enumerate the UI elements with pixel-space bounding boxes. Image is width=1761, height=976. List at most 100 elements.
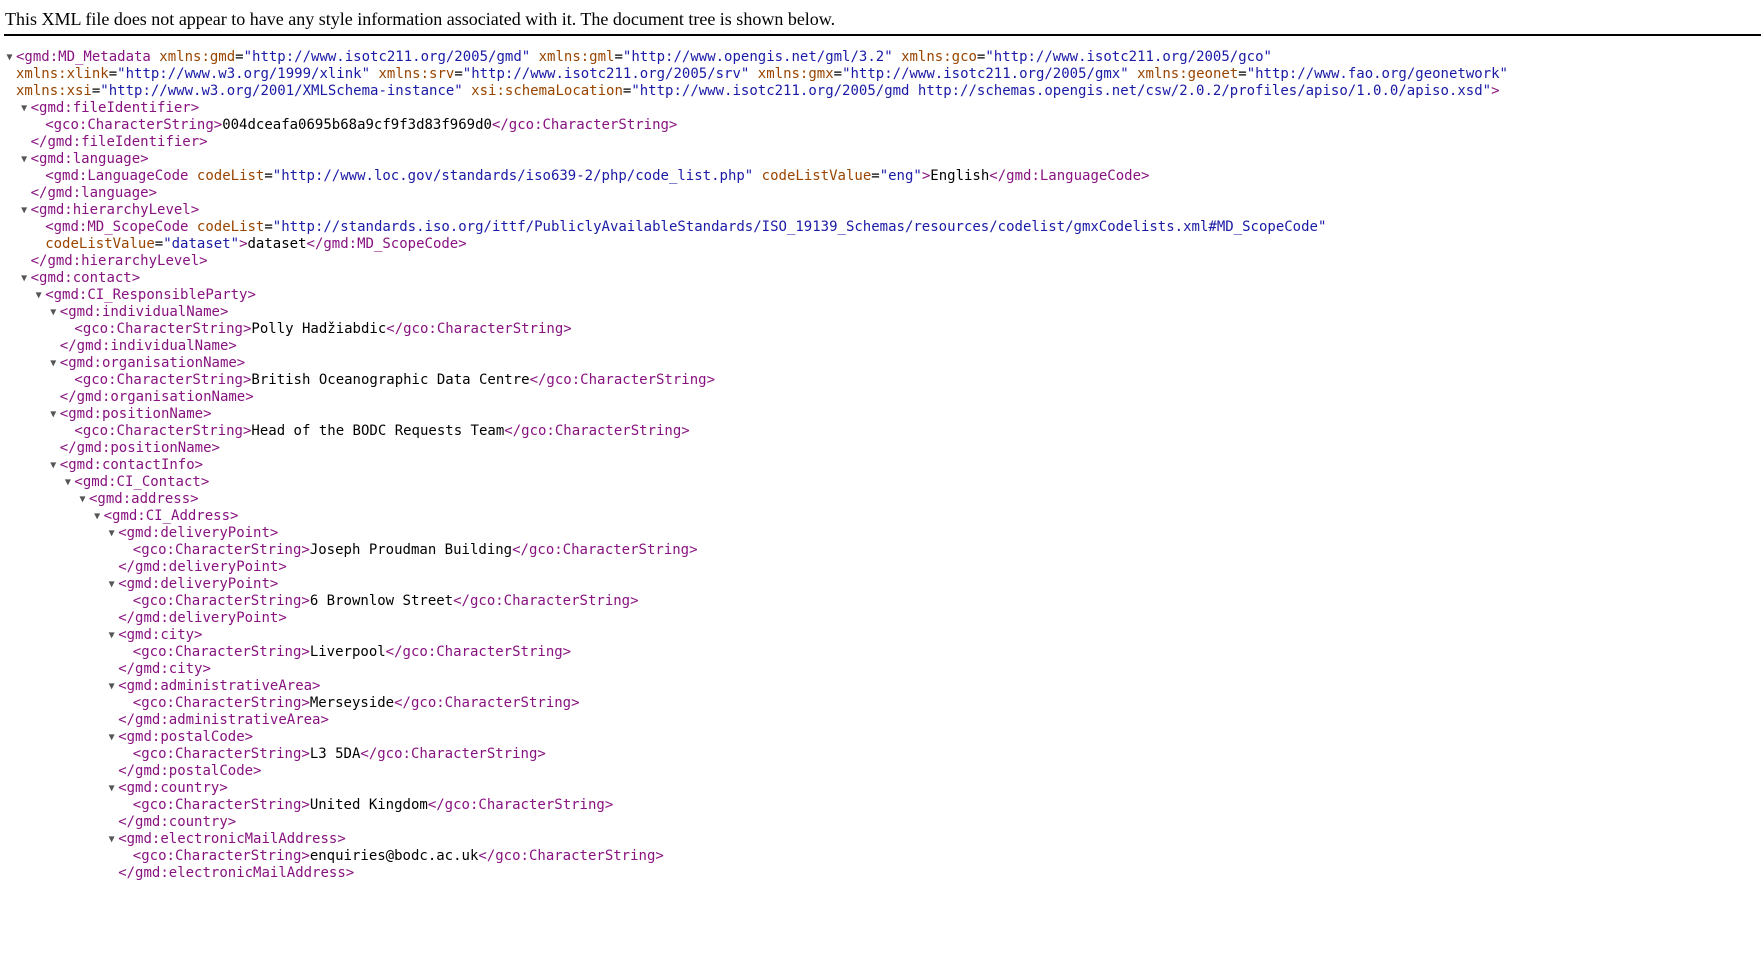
- xml-line: <gco:CharacterString>L3 5DA</gco:Charact…: [0, 746, 1761, 763]
- xml-tag: </gco:CharacterString>: [360, 746, 546, 762]
- collapse-toggle-icon[interactable]: ▼: [48, 406, 59, 423]
- xml-line-content: <gco:CharacterString>Merseyside</gco:Cha…: [133, 695, 580, 712]
- xml-line: <gco:CharacterString>enquiries@bodc.ac.u…: [0, 848, 1761, 865]
- xml-tag: </gco:CharacterString>: [386, 321, 572, 337]
- xml-line-content: xmlns:xsi="http://www.w3.org/2001/XMLSch…: [16, 83, 1500, 100]
- collapse-toggle-icon[interactable]: ▼: [33, 287, 44, 304]
- xml-line: ▼ <gmd:individualName>: [0, 304, 1761, 321]
- xml-tag: </gco:CharacterString>: [491, 117, 678, 133]
- xml-tag: <gco:CharacterString>: [132, 593, 310, 609]
- xml-text: United Kingdom: [309, 797, 428, 813]
- xml-line-content: <gmd:country>: [118, 780, 228, 797]
- collapse-toggle-icon[interactable]: ▼: [19, 202, 30, 219]
- xml-tag: </gco:CharacterString>: [427, 797, 614, 813]
- xml-line: ▼ <gmd:administrativeArea>: [0, 678, 1761, 695]
- collapse-toggle-icon[interactable]: ▼: [106, 678, 117, 695]
- xml-line-content: </gmd:city>: [118, 661, 211, 678]
- collapse-toggle-icon[interactable]: ▼: [106, 525, 117, 542]
- xml-tag: <gmd:postalCode>: [118, 729, 254, 745]
- xml-text: =: [108, 66, 118, 82]
- xml-text: =: [833, 66, 843, 82]
- collapse-toggle-icon[interactable]: ▼: [4, 49, 15, 66]
- xml-line: </gmd:hierarchyLevel>: [0, 253, 1761, 270]
- xml-tag: </gmd:deliveryPoint>: [118, 559, 287, 575]
- xml-text: [749, 66, 757, 82]
- xml-tag: </gco:CharacterString>: [394, 695, 580, 711]
- xml-line-content: <gmd:CI_Contact>: [74, 474, 209, 491]
- collapse-toggle-icon[interactable]: ▼: [48, 304, 59, 321]
- xml-line-content: </gmd:organisationName>: [60, 389, 254, 406]
- xml-line-content: </gmd:fileIdentifier>: [31, 134, 208, 151]
- xml-line-content: <gco:CharacterString>Polly Hadžiabdic</g…: [74, 321, 571, 338]
- collapse-toggle-icon[interactable]: ▼: [92, 508, 103, 525]
- xml-line: ▼ <gmd:country>: [0, 780, 1761, 797]
- xml-line: </gmd:electronicMailAddress>: [0, 865, 1761, 882]
- xml-tag: <gmd:CI_Address>: [103, 508, 239, 524]
- collapse-toggle-icon[interactable]: ▼: [106, 831, 117, 848]
- xml-line-content: </gmd:individualName>: [60, 338, 237, 355]
- xml-text: [1129, 66, 1137, 82]
- xml-tag: <gco:CharacterString>: [74, 321, 252, 337]
- xml-line: </gmd:positionName>: [0, 440, 1761, 457]
- xml-tag: <gco:CharacterString>: [132, 695, 310, 711]
- xml-tag: <gmd:deliveryPoint>: [118, 576, 279, 592]
- xml-tag: </gco:CharacterString>: [512, 542, 698, 558]
- xml-tag: </gmd:language>: [30, 185, 158, 201]
- xml-attribute-name: codeListValue: [761, 168, 872, 184]
- xml-attribute-value: "http://www.isotc211.org/2005/gco": [985, 49, 1272, 65]
- collapse-toggle-icon[interactable]: ▼: [106, 576, 117, 593]
- xml-line-content: <gmd:MD_Metadata xmlns:gmd="http://www.i…: [16, 49, 1272, 66]
- xml-attribute-name: xmlns:srv: [378, 66, 455, 82]
- xml-text: Polly Hadžiabdic: [251, 321, 387, 337]
- xml-line: </gmd:country>: [0, 814, 1761, 831]
- xml-line-content: <gmd:positionName>: [60, 406, 212, 423]
- xml-tag: <gmd:fileIdentifier>: [30, 100, 200, 116]
- xml-line-content: </gmd:postalCode>: [118, 763, 261, 780]
- xml-line-content: </gmd:country>: [118, 814, 236, 831]
- xml-line-content: <gco:CharacterString>British Oceanograph…: [74, 372, 715, 389]
- xml-line-content: </gmd:positionName>: [60, 440, 220, 457]
- xml-line: ▼ <gmd:CI_Contact>: [0, 474, 1761, 491]
- collapse-toggle-icon[interactable]: ▼: [48, 457, 59, 474]
- xml-line: ▼ <gmd:deliveryPoint>: [0, 525, 1761, 542]
- xml-attribute-value: "http://www.w3.org/1999/xlink": [117, 66, 371, 82]
- xml-line-content: <gco:CharacterString>Liverpool</gco:Char…: [133, 644, 571, 661]
- collapse-toggle-icon[interactable]: ▼: [19, 100, 30, 117]
- xml-line-content: <gmd:CI_Address>: [104, 508, 239, 525]
- xml-tag: >: [239, 236, 248, 252]
- xml-attribute-name: xmlns:gmd: [159, 49, 236, 65]
- xml-tag: <gco:CharacterString>: [132, 542, 310, 558]
- xml-line: </gmd:postalCode>: [0, 763, 1761, 780]
- collapse-toggle-icon[interactable]: ▼: [106, 729, 117, 746]
- collapse-toggle-icon[interactable]: ▼: [106, 627, 117, 644]
- xml-tag: <gmd:MD_ScopeCode: [45, 219, 189, 235]
- xml-line: ▼ <gmd:deliveryPoint>: [0, 576, 1761, 593]
- collapse-toggle-icon[interactable]: ▼: [19, 151, 30, 168]
- xml-tag: <gco:CharacterString>: [132, 797, 310, 813]
- xml-attribute-value: "http://www.w3.org/2001/XMLSchema-instan…: [100, 83, 463, 99]
- xml-text: L3 5DA: [309, 746, 361, 762]
- xml-line: <gco:CharacterString>British Oceanograph…: [0, 372, 1761, 389]
- xml-text: 6 Brownlow Street: [309, 593, 454, 609]
- xml-line-content: <gmd:address>: [89, 491, 199, 508]
- xml-tag: <gmd:LanguageCode: [45, 168, 189, 184]
- xml-line-content: <gmd:LanguageCode codeList="http://www.l…: [45, 168, 1149, 185]
- xml-line: <gco:CharacterString>004dceafa0695b68a9c…: [0, 117, 1761, 134]
- xml-line: </gmd:city>: [0, 661, 1761, 678]
- xml-text: Head of the BODC Requests Team: [251, 423, 505, 439]
- xml-attribute-name: codeListValue: [45, 236, 155, 252]
- xml-line: <gco:CharacterString>Merseyside</gco:Cha…: [0, 695, 1761, 712]
- xml-line-content: <gco:CharacterString>6 Brownlow Street</…: [133, 593, 639, 610]
- collapse-toggle-icon[interactable]: ▼: [48, 355, 59, 372]
- xml-text: dataset: [247, 236, 307, 252]
- collapse-toggle-icon[interactable]: ▼: [77, 491, 88, 508]
- xml-text: British Oceanographic Data Centre: [251, 372, 530, 388]
- xml-line: ▼ <gmd:postalCode>: [0, 729, 1761, 746]
- collapse-toggle-icon[interactable]: ▼: [62, 474, 73, 491]
- collapse-toggle-icon[interactable]: ▼: [19, 270, 30, 287]
- collapse-toggle-icon[interactable]: ▼: [106, 780, 117, 797]
- xml-line-content: <gmd:deliveryPoint>: [118, 576, 278, 593]
- xml-line-content: <gmd:administrativeArea>: [118, 678, 320, 695]
- xml-line-content: <gmd:CI_ResponsibleParty>: [45, 287, 256, 304]
- xml-line: ▼ <gmd:organisationName>: [0, 355, 1761, 372]
